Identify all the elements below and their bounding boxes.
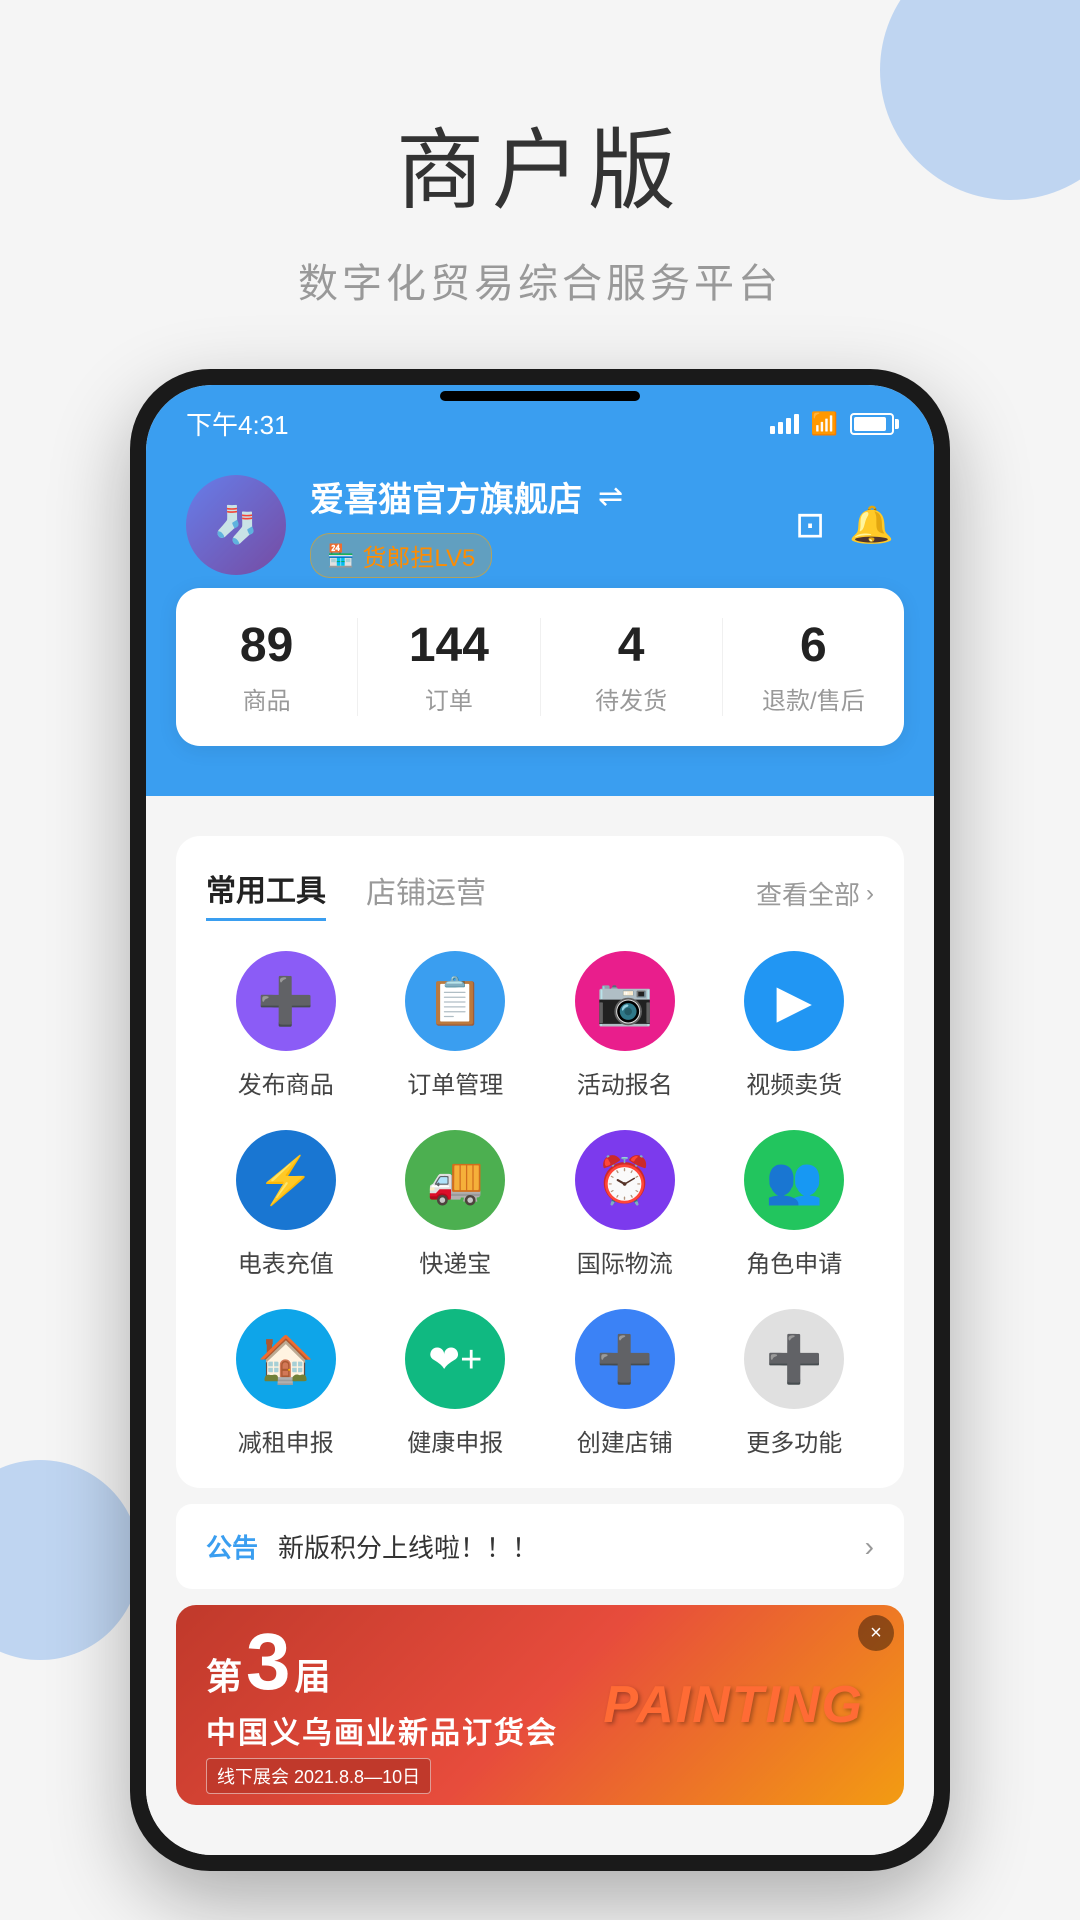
store-name: 爱喜猫官方旗舰店 — [310, 472, 582, 521]
order-label: 订单管理 — [407, 1065, 503, 1100]
stat-label-refund: 退款/售后 — [762, 688, 865, 715]
express-icon: 🚚 — [405, 1130, 505, 1230]
tool-grid: ➕ 发布商品 📋 订单管理 📷 活动报名 ▶ — [206, 951, 874, 1458]
logistics-label: 国际物流 — [577, 1244, 673, 1279]
banner-num: 3 — [246, 1616, 291, 1708]
create-store-label: 创建店铺 — [577, 1423, 673, 1458]
tool-health-report[interactable]: ❤+ 健康申报 — [376, 1309, 536, 1458]
stat-number-pending: 4 — [541, 618, 722, 673]
stat-item-pending[interactable]: 4 待发货 — [541, 618, 723, 716]
stat-label-pending: 待发货 — [595, 688, 667, 715]
header-actions: ⊡ 🔔 — [795, 504, 894, 546]
tool-order-manage[interactable]: 📋 订单管理 — [376, 951, 536, 1100]
express-label: 快递宝 — [419, 1244, 491, 1279]
tool-more-functions[interactable]: ➕ 更多功能 — [715, 1309, 875, 1458]
stats-card: 89 商品 144 订单 4 待发货 6 退款/售后 — [176, 588, 904, 746]
tool-video-sell[interactable]: ▶ 视频卖货 — [715, 951, 875, 1100]
battery-icon — [850, 413, 894, 435]
logistics-icon: ⏰ — [575, 1130, 675, 1230]
chevron-right-icon: › — [866, 880, 874, 908]
status-time: 下午4:31 — [186, 405, 289, 442]
tool-electric-recharge[interactable]: ⚡ 电表充值 — [206, 1130, 366, 1279]
stat-label-products: 商品 — [243, 688, 291, 715]
sub-title: 数字化贸易综合服务平台 — [0, 251, 1080, 309]
notice-text: 新版积分上线啦！！！ — [278, 1528, 845, 1565]
notice-arrow-icon: › — [865, 1531, 874, 1563]
rent-label: 减租申报 — [238, 1423, 334, 1458]
app-header: 🧦 爱喜猫官方旗舰店 ⇌ 🏪 货郎担LV5 ⊡ — [146, 452, 934, 608]
banner-section[interactable]: 第 3 届 中国义乌画业新品订货会 线下展会 2021.8.8—10日 PAIN… — [176, 1605, 904, 1805]
stat-item-orders[interactable]: 144 订单 — [358, 618, 540, 716]
tool-activity-signup[interactable]: 📷 活动报名 — [545, 951, 705, 1100]
stat-label-orders: 订单 — [425, 688, 473, 715]
tool-publish-product[interactable]: ➕ 发布商品 — [206, 951, 366, 1100]
view-all-label: 查看全部 — [756, 875, 860, 912]
role-label: 角色申请 — [746, 1244, 842, 1279]
painting-text: PAINTING — [603, 1675, 864, 1735]
tool-international-logistics[interactable]: ⏰ 国际物流 — [545, 1130, 705, 1279]
tool-role-apply[interactable]: 👥 角色申请 — [715, 1130, 875, 1279]
close-icon: × — [870, 1622, 882, 1645]
rent-icon: 🏠 — [236, 1309, 336, 1409]
main-title: 商户版 — [0, 100, 1080, 227]
tool-create-store[interactable]: ➕ 创建店铺 — [545, 1309, 705, 1458]
level-badge: 🏪 货郎担LV5 — [310, 533, 492, 578]
create-store-icon: ➕ — [575, 1309, 675, 1409]
avatar-img: 🧦 — [186, 475, 286, 575]
order-icon: 📋 — [405, 951, 505, 1051]
stat-item-products[interactable]: 89 商品 — [176, 618, 358, 716]
avatar: 🧦 — [186, 475, 286, 575]
badge-icon: 🏪 — [327, 543, 354, 569]
video-label: 视频卖货 — [746, 1065, 842, 1100]
banner-date: 线下展会 2021.8.8—10日 — [206, 1758, 431, 1794]
view-all-button[interactable]: 查看全部 › — [756, 875, 874, 912]
more-icon: ➕ — [744, 1309, 844, 1409]
tool-express[interactable]: 🚚 快递宝 — [376, 1130, 536, 1279]
phone-wrapper: 下午4:31 📶 — [0, 369, 1080, 1871]
video-icon: ▶ — [744, 951, 844, 1051]
banner-left: 第 3 届 中国义乌画业新品订货会 线下展会 2021.8.8—10日 — [206, 1616, 558, 1794]
activity-label: 活动报名 — [577, 1065, 673, 1100]
banner-right: PAINTING — [603, 1675, 864, 1735]
header-section: 商户版 数字化贸易综合服务平台 — [0, 0, 1080, 309]
notice-bar[interactable]: 公告 新版积分上线啦！！！ › — [176, 1504, 904, 1589]
store-info: 🧦 爱喜猫官方旗舰店 ⇌ 🏪 货郎担LV5 ⊡ — [186, 472, 894, 578]
stat-number-orders: 144 — [358, 618, 539, 673]
phone-outer: 下午4:31 📶 — [130, 369, 950, 1871]
wifi-icon: 📶 — [811, 411, 838, 437]
tools-section: 常用工具 店铺运营 查看全部 › ➕ 发布商品 — [176, 836, 904, 1488]
health-label: 健康申报 — [407, 1423, 503, 1458]
store-name-row: 爱喜猫官方旗舰店 ⇌ — [310, 472, 771, 521]
health-icon: ❤+ — [405, 1309, 505, 1409]
notification-icon[interactable]: 🔔 — [849, 504, 894, 546]
tool-rent-reduce[interactable]: 🏠 减租申报 — [206, 1309, 366, 1458]
role-icon: 👥 — [744, 1130, 844, 1230]
banner-close-button[interactable]: × — [858, 1615, 894, 1651]
badge-label: 货郎担LV5 — [362, 538, 475, 573]
scan-icon[interactable]: ⊡ — [795, 504, 825, 546]
stat-number-products: 89 — [176, 618, 357, 673]
store-details: 爱喜猫官方旗舰店 ⇌ 🏪 货郎担LV5 — [310, 472, 771, 578]
status-icons: 📶 — [770, 411, 894, 437]
switch-icon[interactable]: ⇌ — [598, 479, 623, 514]
publish-icon: ➕ — [236, 951, 336, 1051]
activity-icon: 📷 — [575, 951, 675, 1051]
banner-post: 届 — [295, 1648, 331, 1700]
electric-label: 电表充值 — [238, 1244, 334, 1279]
banner-title: 中国义乌画业新品订货会 — [206, 1708, 558, 1752]
banner-pre: 第 — [206, 1648, 242, 1700]
electric-icon: ⚡ — [236, 1130, 336, 1230]
phone-inner: 下午4:31 📶 — [146, 385, 934, 1855]
tabs-row: 常用工具 店铺运营 查看全部 › — [206, 866, 874, 921]
stat-number-refund: 6 — [723, 618, 904, 673]
notice-tag: 公告 — [206, 1528, 258, 1565]
more-label: 更多功能 — [746, 1423, 842, 1458]
publish-label: 发布商品 — [238, 1065, 334, 1100]
phone-notch — [440, 391, 640, 401]
tab-store-operation[interactable]: 店铺运营 — [366, 868, 486, 920]
tab-common-tools[interactable]: 常用工具 — [206, 866, 326, 921]
signal-icon — [770, 414, 799, 434]
stat-item-refund[interactable]: 6 退款/售后 — [723, 618, 904, 716]
